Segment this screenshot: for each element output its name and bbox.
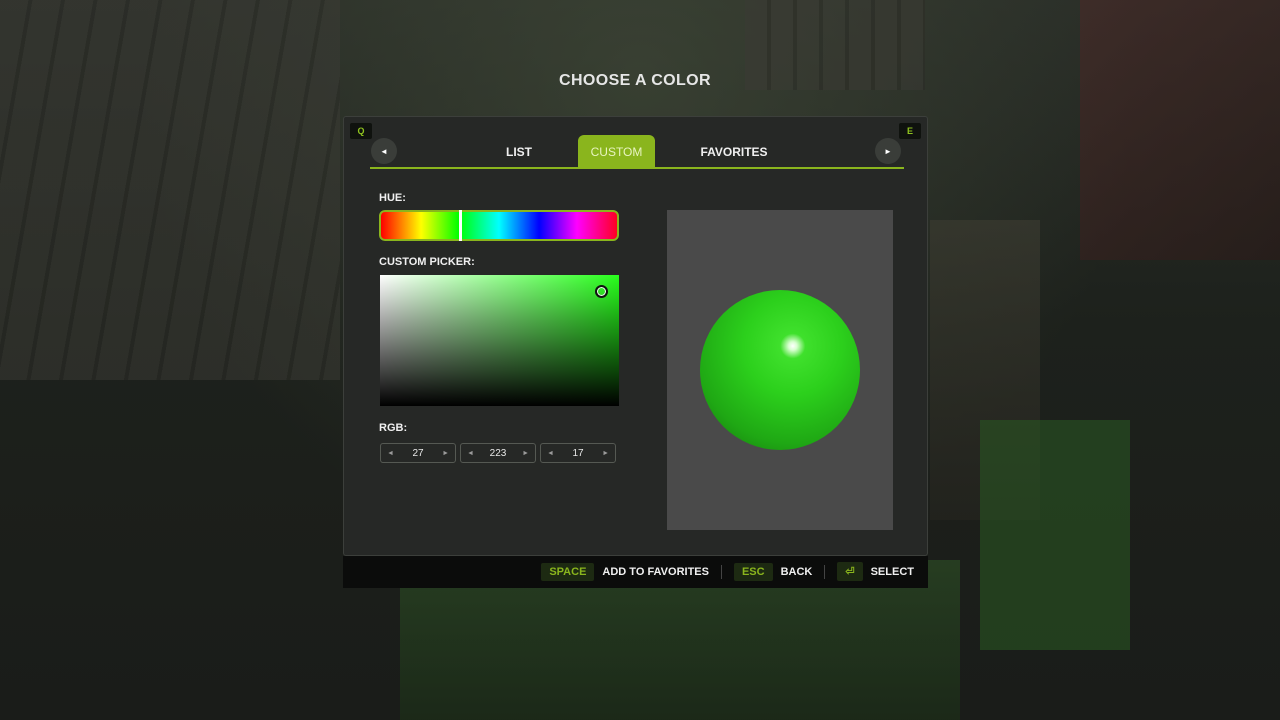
select-button[interactable]: SELECT bbox=[871, 566, 914, 578]
green-value: 223 bbox=[489, 447, 507, 459]
tab-list[interactable]: LIST bbox=[484, 135, 554, 169]
decrease-icon[interactable]: ◄ bbox=[467, 450, 474, 457]
blue-value: 17 bbox=[572, 447, 584, 459]
add-to-favorites-button[interactable]: ADD TO FAVORITES bbox=[602, 566, 709, 578]
title-bar: CHOOSE A COLOR bbox=[342, 72, 928, 90]
decrease-icon[interactable]: ◄ bbox=[547, 450, 554, 457]
enter-key-icon: ⏎ bbox=[837, 562, 863, 581]
page-title: CHOOSE A COLOR bbox=[559, 72, 711, 89]
red-value: 27 bbox=[412, 447, 424, 459]
picker-cursor[interactable] bbox=[595, 285, 608, 298]
decrease-icon[interactable]: ◄ bbox=[387, 450, 394, 457]
footer-divider bbox=[720, 564, 722, 579]
tab-custom[interactable]: CUSTOM bbox=[578, 135, 655, 169]
rgb-inputs: ◄ 27 ► ◄ 223 ► ◄ 17 ► bbox=[380, 443, 616, 463]
increase-icon[interactable]: ► bbox=[602, 450, 609, 457]
color-preview-sphere bbox=[700, 290, 860, 450]
background-barn bbox=[1080, 0, 1280, 260]
color-preview bbox=[667, 210, 893, 530]
saturation-value-picker[interactable] bbox=[380, 275, 619, 406]
hue-slider[interactable] bbox=[379, 210, 619, 241]
space-key-hint: SPACE bbox=[541, 562, 595, 581]
red-stepper[interactable]: ◄ 27 ► bbox=[380, 443, 456, 463]
tab-underline bbox=[370, 167, 904, 169]
rgb-label: RGB: bbox=[379, 422, 408, 434]
background-wall bbox=[0, 0, 340, 380]
tab-bar: LIST CUSTOM FAVORITES bbox=[344, 135, 929, 169]
hue-slider-handle[interactable] bbox=[459, 210, 462, 241]
hue-label: HUE: bbox=[379, 192, 406, 204]
custom-picker-label: CUSTOM PICKER: bbox=[379, 256, 475, 268]
green-stepper[interactable]: ◄ 223 ► bbox=[460, 443, 536, 463]
blue-stepper[interactable]: ◄ 17 ► bbox=[540, 443, 616, 463]
action-footer: SPACE ADD TO FAVORITES ESC BACK ⏎ SELECT bbox=[343, 556, 928, 588]
esc-key-hint: ESC bbox=[733, 562, 773, 581]
back-button[interactable]: BACK bbox=[781, 566, 813, 578]
background-green-object bbox=[980, 420, 1130, 650]
increase-icon[interactable]: ► bbox=[522, 450, 529, 457]
tab-favorites[interactable]: FAVORITES bbox=[684, 135, 784, 169]
footer-divider bbox=[824, 564, 826, 579]
color-chooser-panel: Q E ◄ ► LIST CUSTOM FAVORITES HUE: CUSTO… bbox=[343, 116, 928, 556]
increase-icon[interactable]: ► bbox=[442, 450, 449, 457]
